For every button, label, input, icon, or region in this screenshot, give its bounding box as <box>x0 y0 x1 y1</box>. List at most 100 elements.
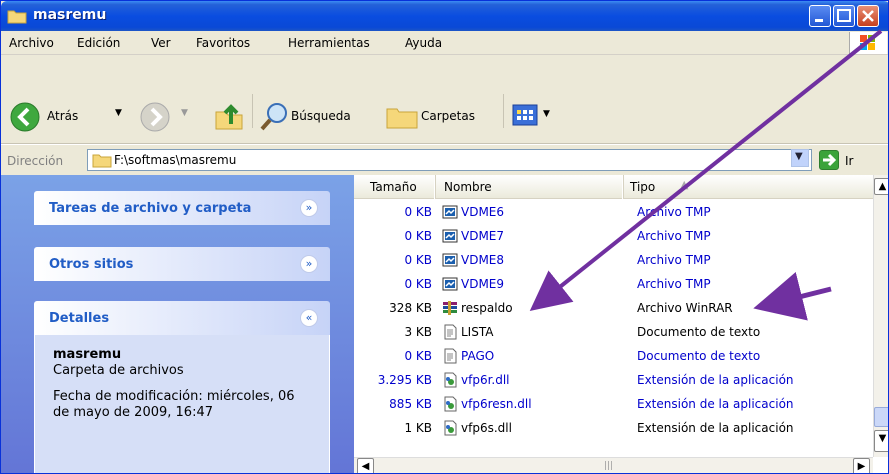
go-label[interactable]: Ir <box>845 154 853 168</box>
menu-ayuda[interactable]: Ayuda <box>405 36 442 50</box>
scroll-right-button[interactable]: ▶ <box>853 458 870 473</box>
tmp-file-icon <box>442 229 458 243</box>
maximize-icon <box>837 9 851 22</box>
folders-label: Carpetas <box>421 109 475 123</box>
text-file-icon <box>444 324 457 340</box>
back-dropdown-icon[interactable]: ▼ <box>115 108 122 118</box>
file-name[interactable]: VDME7 <box>461 229 504 243</box>
vertical-scrollbar[interactable]: ▲ ▼ <box>873 175 888 457</box>
file-name[interactable]: VDME8 <box>461 253 504 267</box>
file-name[interactable]: LISTA <box>461 325 493 339</box>
menu-archivo[interactable]: Archivo <box>9 36 54 50</box>
windows-flag-icon <box>860 35 875 50</box>
other-places-title: Otros sitios <box>49 257 134 272</box>
file-row[interactable]: 885 KB vfp6resn.dll Extensión de la aplica… <box>354 393 874 415</box>
maximize-button[interactable] <box>833 5 855 27</box>
file-size: 1 KB <box>404 421 432 435</box>
file-size: 885 KB <box>389 397 432 411</box>
column-header-name[interactable]: Nombre <box>435 175 622 199</box>
file-row[interactable]: 0 KB VDME7 Archivo TMP <box>354 225 874 247</box>
folders-icon <box>386 108 418 129</box>
scroll-thumb[interactable] <box>874 407 888 427</box>
up-folder-icon <box>215 104 243 130</box>
column-type-label: Tipo <box>630 180 656 194</box>
file-name[interactable]: vfp6r.dll <box>461 373 510 387</box>
address-value: F:\softmas\masremu <box>114 153 237 167</box>
file-row[interactable]: 3.295 KB vfp6r.dll Extensión de la aplicac… <box>354 369 874 391</box>
column-size-label: Tamaño <box>370 180 417 194</box>
expand-chevron-icon[interactable]: » <box>300 199 318 217</box>
winrar-icon <box>443 301 457 315</box>
window-title: masremu <box>33 7 107 23</box>
folders-button[interactable]: Carpetas <box>385 100 501 134</box>
menu-favoritos[interactable]: Favoritos <box>196 36 250 50</box>
file-type: Documento de texto <box>637 349 761 363</box>
back-button[interactable]: Atrás ▼ <box>9 100 129 134</box>
explorer-window: masremu Archivo Edición Ver Favoritos He… <box>0 0 889 474</box>
file-name[interactable]: vfp6resn.dll <box>461 397 532 411</box>
scroll-down-button[interactable]: ▼ <box>874 430 888 452</box>
close-icon <box>862 10 874 22</box>
file-row[interactable]: 3 KB LISTA Documento de texto <box>354 321 874 343</box>
column-header-type[interactable]: Tipo ▲ <box>623 175 873 199</box>
file-type: Extensión de la aplicación <box>637 373 794 387</box>
scroll-left-button[interactable]: ◀ <box>357 458 374 473</box>
details-panel-header[interactable]: Detalles « <box>34 301 330 335</box>
forward-button[interactable]: ▼ <box>139 100 195 134</box>
file-type: Extensión de la aplicación <box>637 397 794 411</box>
folder-icon <box>92 154 112 168</box>
folder-icon <box>7 10 27 24</box>
address-bar: Dirección F:\softmas\masremu ▼ Ir <box>1 144 888 174</box>
file-name[interactable]: VDME9 <box>461 277 504 291</box>
file-size: 0 KB <box>404 229 432 243</box>
chevron-down-icon: ▼ <box>795 151 803 162</box>
file-size: 0 KB <box>404 277 432 291</box>
file-tasks-title: Tareas de archivo y carpeta <box>49 201 252 216</box>
scroll-up-button[interactable]: ▲ <box>874 178 888 195</box>
search-button[interactable]: Búsqueda <box>259 100 379 134</box>
file-row[interactable]: 0 KB VDME6 Archivo TMP <box>354 201 874 223</box>
menu-ver[interactable]: Ver <box>151 36 171 50</box>
menu-herramientas[interactable]: Herramientas <box>288 36 370 50</box>
minimize-button[interactable] <box>809 5 831 27</box>
file-type: Archivo TMP <box>637 205 711 219</box>
collapse-chevron-icon[interactable]: « <box>300 309 318 327</box>
file-row[interactable]: 1 KB vfp6s.dll Extensión de la aplicación <box>354 417 874 439</box>
views-icon <box>512 104 538 126</box>
file-name[interactable]: vfp6s.dll <box>461 421 512 435</box>
file-row[interactable]: 328 KB respaldo Archivo WinRAR <box>354 297 874 319</box>
column-header-size[interactable]: Tamaño <box>354 175 434 199</box>
file-type: Documento de texto <box>637 325 761 339</box>
file-name[interactable]: respaldo <box>461 301 513 315</box>
file-name[interactable]: VDME6 <box>461 205 504 219</box>
file-type: Extensión de la aplicación <box>637 421 794 435</box>
menu-edicion[interactable]: Edición <box>77 36 120 50</box>
close-button[interactable] <box>857 5 879 27</box>
forward-dropdown-icon[interactable]: ▼ <box>181 108 188 118</box>
file-size: 3.295 KB <box>377 373 432 387</box>
file-size: 0 KB <box>404 253 432 267</box>
up-folder-button[interactable] <box>213 100 247 134</box>
file-type: Archivo WinRAR <box>637 301 733 315</box>
file-tasks-panel-header[interactable]: Tareas de archivo y carpeta » <box>34 191 330 225</box>
horizontal-scrollbar[interactable]: ◀ ▶ ||| <box>354 457 873 473</box>
file-size: 0 KB <box>404 205 432 219</box>
address-dropdown-button[interactable]: ▼ <box>791 149 809 167</box>
address-input[interactable]: F:\softmas\masremu <box>87 149 812 171</box>
views-dropdown-icon: ▼ <box>543 109 550 119</box>
back-label: Atrás <box>47 109 79 123</box>
file-row[interactable]: 0 KB PAGO Documento de texto <box>354 345 874 367</box>
go-button[interactable] <box>819 150 839 170</box>
file-name[interactable]: PAGO <box>461 349 494 363</box>
expand-chevron-icon[interactable]: » <box>300 255 318 273</box>
file-row[interactable]: 0 KB VDME8 Archivo TMP <box>354 249 874 271</box>
title-bar[interactable]: masremu <box>1 1 888 31</box>
toolbar-separator <box>503 94 504 128</box>
file-row[interactable]: 0 KB VDME9 Archivo TMP <box>354 273 874 295</box>
menu-bar: Archivo Edición Ver Favoritos Herramient… <box>1 31 888 55</box>
minimize-icon <box>815 19 823 22</box>
other-places-panel-header[interactable]: Otros sitios » <box>34 247 330 281</box>
dll-icon <box>444 372 457 388</box>
views-button[interactable]: ▼ <box>511 102 557 132</box>
tmp-file-icon <box>442 205 458 219</box>
